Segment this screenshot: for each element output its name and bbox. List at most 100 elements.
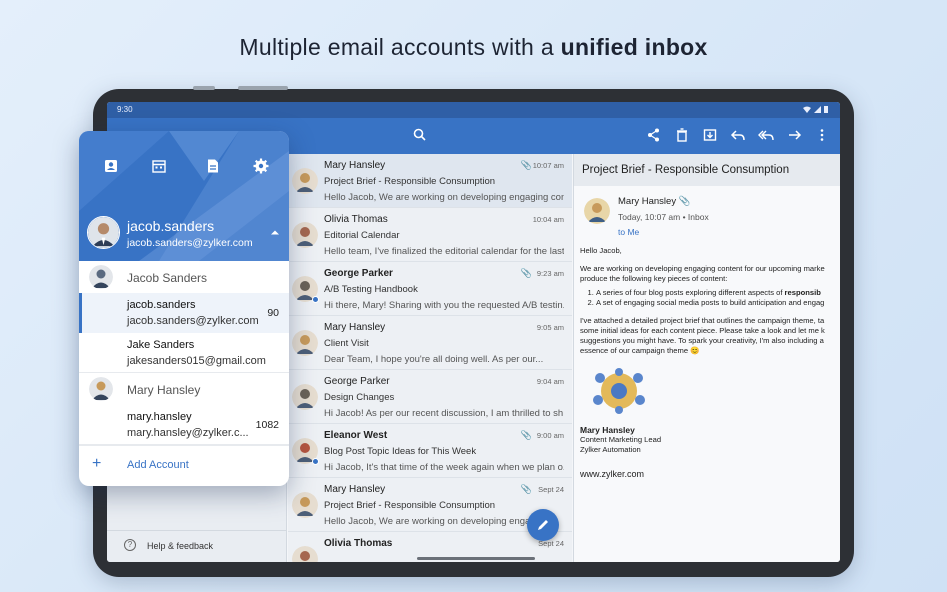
move-icon[interactable] (702, 127, 718, 143)
volume-button (238, 86, 288, 90)
add-account-button[interactable]: + Add Account (79, 445, 289, 483)
account-email: jakesanders015@gmail.com (127, 355, 266, 367)
mail-list-item[interactable]: Mary Hansley Project Brief - Responsible … (288, 154, 572, 208)
mail-time: 9:04 am (536, 377, 564, 386)
current-account-name: jacob.sanders (127, 218, 215, 234)
unread-count-badge: 1082 (255, 419, 279, 431)
mail-subject: Project Brief - Responsible Consumption (324, 176, 496, 187)
account-name: jacob.sanders (127, 299, 196, 311)
reply-all-icon[interactable] (758, 127, 774, 143)
message-actions (646, 127, 830, 143)
mail-subject: Design Changes (324, 392, 395, 403)
account-switcher-popup: jacob.sanders jacob.sanders@zylker.com J… (79, 131, 289, 486)
mail-list-item[interactable]: Eleanor West Blog Post Topic Ideas for Th… (288, 424, 572, 478)
campaign-logo-image (593, 368, 645, 414)
account-list: Jacob Sanders jacob.sanders jacob.sanders@… (79, 261, 289, 445)
account-item[interactable]: jacob.sanders jacob.sanders@zylker.com 90 (79, 293, 289, 333)
mail-subject: Project Brief - Responsible Consumption (324, 500, 496, 511)
mail-sender: Olivia Thomas (324, 214, 388, 225)
current-account-avatar[interactable] (87, 216, 120, 249)
sender-avatar[interactable] (292, 330, 318, 356)
account-group-header: Mary Hansley (79, 373, 289, 405)
mail-preview: Hello Jacob, We are working on developin… (324, 192, 564, 203)
contacts-icon[interactable] (103, 158, 119, 174)
mail-sender: George Parker (324, 376, 390, 387)
unread-dot (312, 296, 319, 303)
sender-avatar[interactable] (292, 222, 318, 248)
mail-list-item[interactable]: Mary Hansley Client Visit Dear Team, I hop… (288, 316, 572, 370)
account-item[interactable]: mary.hansley mary.hansley@zylker.c... 1082 (79, 405, 289, 445)
attachment-icon: 📎 (678, 196, 691, 207)
share-icon[interactable] (646, 127, 662, 143)
message-date: Today, 10:07 am • Inbox (618, 212, 709, 222)
mail-list-item[interactable]: George Parker Design Changes Hi Jacob! As … (288, 370, 572, 424)
mail-subject: Client Visit (324, 338, 369, 349)
recipient-toggle[interactable]: to Me (618, 227, 840, 237)
signature-role: Content Marketing Lead (580, 435, 662, 444)
headline-text: Multiple email accounts with a (239, 34, 561, 60)
message-header: Mary Hansley 📎 Today, 10:07 am • Inbox t… (574, 186, 840, 240)
status-time: 9:30 (117, 105, 133, 114)
sender-avatar[interactable] (584, 198, 610, 224)
unread-count-badge: 90 (267, 307, 279, 319)
account-name: Jake Sanders (127, 339, 195, 351)
mail-time: 10:04 am (532, 215, 564, 224)
help-label: Help & feedback (147, 541, 214, 551)
plus-icon: + (92, 455, 102, 472)
status-bar: 9:30 (107, 102, 840, 118)
settings-icon[interactable] (253, 158, 269, 174)
group-avatar (89, 265, 113, 289)
mail-preview: Hi there, Mary! Sharing with you the req… (324, 300, 564, 311)
add-account-label: Add Account (127, 459, 189, 471)
sender-avatar[interactable] (292, 546, 318, 562)
account-item[interactable]: Jake Sanders jakesanders015@gmail.com (79, 333, 289, 373)
sender-avatar[interactable] (292, 168, 318, 194)
mail-time: 9:05 am (536, 323, 564, 332)
calendar-icon[interactable] (151, 158, 167, 174)
sender-avatar[interactable] (292, 384, 318, 410)
chevron-up-icon[interactable] (270, 228, 280, 236)
mail-list-item[interactable]: George Parker A/B Testing Handbook Hi ther… (288, 262, 572, 316)
mail-preview: Dear Team, I hope you're all doing well.… (324, 354, 544, 365)
attachment-icon: 📎 (520, 430, 532, 440)
wifi-battery-icon (803, 106, 828, 113)
search-icon[interactable] (412, 127, 428, 143)
mail-preview: Hi Jacob, It's that time of the week aga… (324, 462, 564, 473)
reply-icon[interactable] (730, 127, 746, 143)
headline-emphasis: unified inbox (560, 34, 708, 60)
mail-sender: Olivia Thomas (324, 538, 393, 549)
signature-name: Mary Hansley (580, 425, 635, 435)
more-icon[interactable] (814, 127, 830, 143)
mail-time: Sept 24 (538, 485, 564, 494)
notes-icon[interactable] (205, 158, 221, 174)
trash-icon[interactable] (674, 127, 690, 143)
attachment-icon: 📎 (520, 484, 532, 494)
group-name: Mary Hansley (127, 383, 201, 397)
mail-subject: A/B Testing Handbook (324, 284, 418, 295)
mail-preview: Hello team, I've finalized the editorial… (324, 246, 564, 257)
message-body: Hello Jacob, We are working on developin… (574, 240, 840, 479)
mail-list-item[interactable]: Olivia Thomas Editorial Calendar Hello tea… (288, 208, 572, 262)
mail-sender: Mary Hansley (324, 322, 386, 333)
signature-website-link[interactable]: www.zylker.com (580, 469, 834, 479)
mail-time: 10:07 am (532, 161, 564, 170)
mail-list: Mary Hansley Project Brief - Responsible … (288, 154, 572, 562)
power-button (193, 86, 215, 90)
message-subject: Project Brief - Responsible Consumption (574, 154, 840, 186)
current-account-email: jacob.sanders@zylker.com (127, 237, 253, 249)
mail-subject: Blog Post Topic Ideas for This Week (324, 446, 477, 457)
mail-subject: Editorial Calendar (324, 230, 400, 241)
attachment-icon: 📎 (520, 160, 532, 170)
unread-dot (312, 458, 319, 465)
forward-icon[interactable] (786, 127, 802, 143)
help-feedback-item[interactable]: ? Help & feedback (107, 530, 287, 562)
group-avatar (89, 377, 113, 401)
attachment-icon: 📎 (520, 268, 532, 278)
headline: Multiple email accounts with a unified i… (0, 34, 947, 61)
group-name: Jacob Sanders (127, 271, 208, 285)
reading-pane: Project Brief - Responsible Consumption … (573, 154, 840, 562)
sender-avatar[interactable] (292, 492, 318, 518)
pencil-icon (538, 520, 548, 530)
compose-button[interactable] (527, 509, 559, 541)
status-icons (802, 105, 830, 116)
